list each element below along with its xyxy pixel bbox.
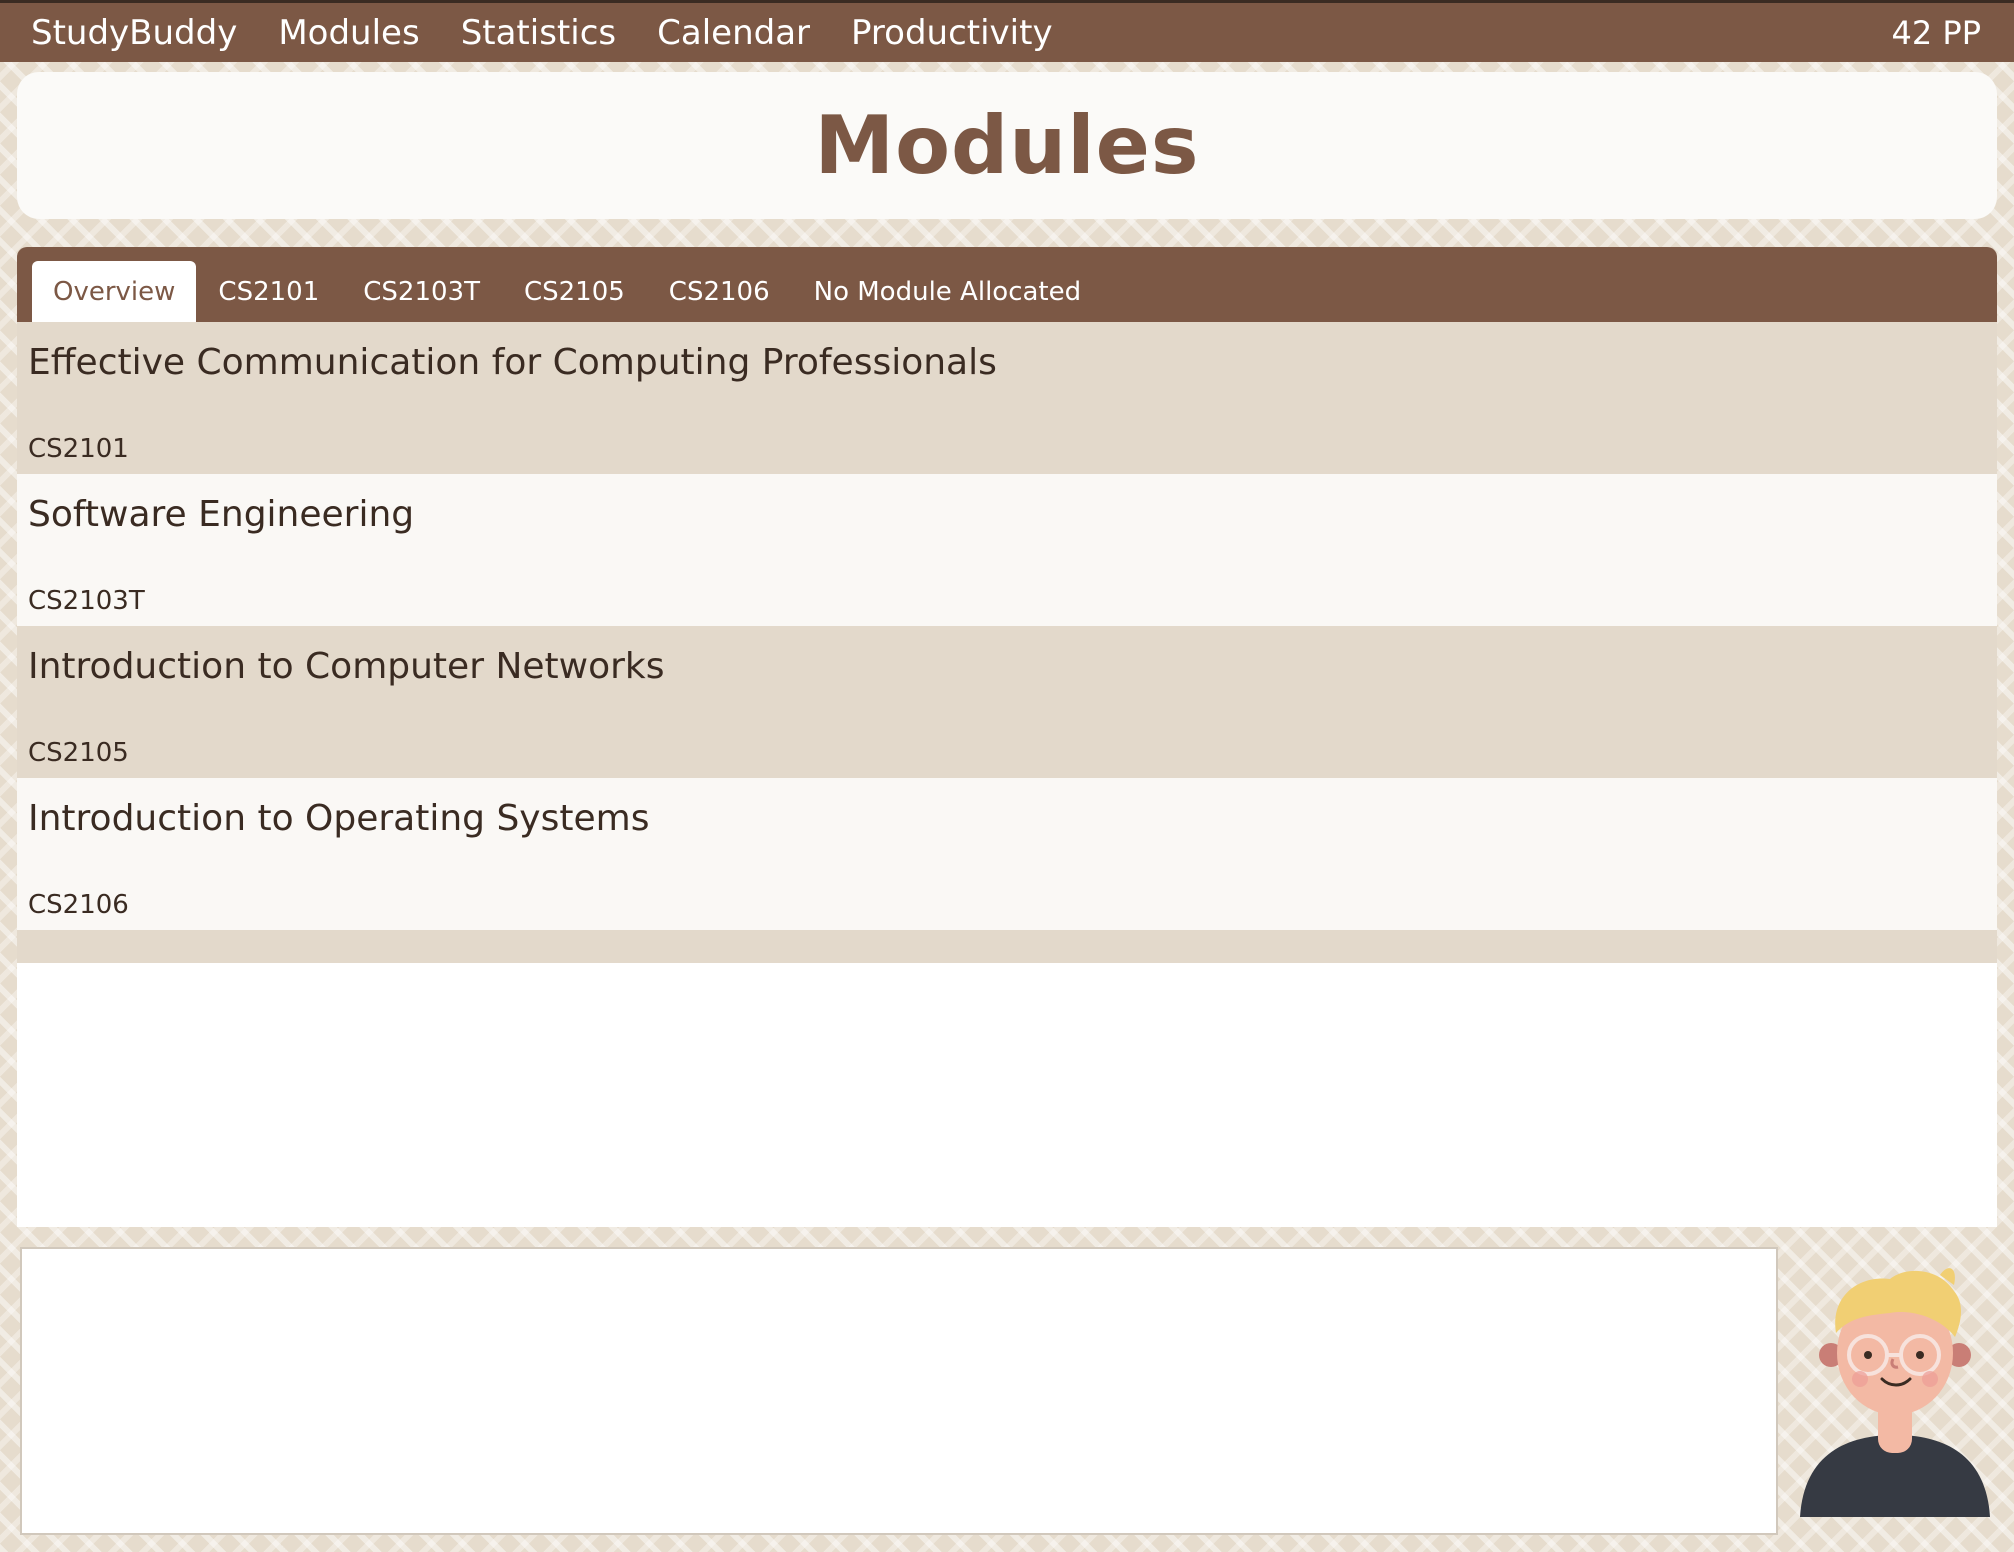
nav-link-calendar[interactable]: Calendar [657,13,810,53]
student-avatar-icon [1790,1255,2000,1520]
module-code: CS2105 [28,738,129,768]
module-name: Introduction to Computer Networks [28,646,665,687]
module-list: Effective Communication for Computing Pr… [17,322,1997,930]
chat-message-box[interactable] [20,1247,1778,1535]
module-item[interactable]: Software Engineering CS2103T [17,474,1997,626]
top-navigation-bar: StudyBuddy Modules Statistics Calendar P… [0,0,2014,62]
tab-cs2106[interactable]: CS2106 [647,261,792,322]
nav-link-statistics[interactable]: Statistics [461,13,616,53]
page-title: Modules [814,99,1200,192]
module-code: CS2101 [28,434,129,464]
module-tabs: Overview CS2101 CS2103T CS2105 CS2106 No… [17,247,1997,322]
module-item[interactable]: Introduction to Operating Systems CS2106 [17,778,1997,930]
module-name: Software Engineering [28,494,415,535]
module-item[interactable]: Introduction to Computer Networks CS2105 [17,626,1997,778]
tab-cs2105[interactable]: CS2105 [502,261,647,322]
brand-link[interactable]: StudyBuddy [31,13,237,53]
tab-cs2103t[interactable]: CS2103T [341,261,502,322]
tab-content-panel: Effective Communication for Computing Pr… [17,322,1997,1227]
module-code: CS2106 [28,890,129,920]
module-name: Introduction to Operating Systems [28,798,650,839]
module-name: Effective Communication for Computing Pr… [28,342,997,383]
nav-link-modules[interactable]: Modules [278,13,419,53]
page-header-card: Modules [17,72,1997,219]
list-footer [17,930,1997,963]
points-counter: 42 PP [1891,13,1981,52]
module-item[interactable]: Effective Communication for Computing Pr… [17,322,1997,474]
nav-link-productivity[interactable]: Productivity [851,13,1053,53]
tab-no-module-allocated[interactable]: No Module Allocated [792,261,1104,322]
tab-cs2101[interactable]: CS2101 [196,261,341,322]
module-code: CS2103T [28,586,145,616]
tab-overview[interactable]: Overview [32,261,197,322]
